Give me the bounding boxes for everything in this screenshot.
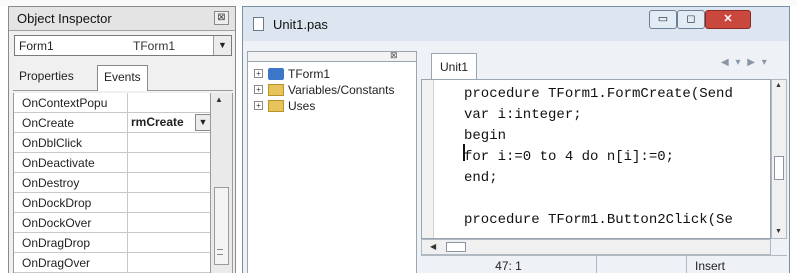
code-line: procedure TForm1.Button2Click(Se <box>464 212 733 228</box>
event-handler-field[interactable] <box>127 153 210 172</box>
navigation-arrows-icon[interactable]: ◀ ▾ ▶ ▾ <box>721 57 769 68</box>
inspector-scrollbar[interactable]: ▲ <box>211 93 233 273</box>
code-explorer-tree: ⊠ + TForm1 + Variables/Constants + Uses <box>247 50 417 273</box>
code-horizontal-scrollbar[interactable]: ◀ <box>421 239 771 255</box>
editor-titlebar: Unit1.pas ▭ ◻ ✕ <box>243 7 789 41</box>
event-row[interactable]: OnDeactivate <box>14 153 210 173</box>
event-row[interactable]: OnDockOver <box>14 213 210 233</box>
minimize-button[interactable]: ▭ <box>649 10 677 29</box>
scroll-down-icon[interactable]: ▼ <box>775 228 782 235</box>
event-name: OnDockOver <box>22 216 92 230</box>
code-line: var i:integer; <box>464 107 582 123</box>
event-handler-value: rmCreate <box>131 115 184 129</box>
editor-gutter <box>422 80 434 238</box>
scrollbar-thumb[interactable] <box>446 242 466 252</box>
events-grid: OnContextPopu OnCreate rmCreate ▼ OnDblClick… <box>13 93 211 273</box>
editor-title: Unit1.pas <box>273 17 328 32</box>
object-inspector-panel: Object Inspector ⊠ Form1 TForm1 ▼ Proper… <box>8 6 236 273</box>
component-selector[interactable]: Form1 TForm1 ▼ <box>14 35 232 56</box>
pin-icon[interactable]: ⊠ <box>390 50 398 61</box>
scroll-up-icon[interactable]: ▲ <box>775 82 782 89</box>
tab-unit1[interactable]: Unit1 <box>431 53 478 79</box>
close-icon[interactable]: ⊠ <box>214 11 229 25</box>
event-row[interactable]: OnDragDrop <box>14 233 210 253</box>
event-name: OnCreate <box>22 116 75 130</box>
event-row[interactable]: OnDragOver <box>14 253 210 273</box>
editor-statusbar: 47: 1 Insert <box>421 255 787 273</box>
event-name: OnDestroy <box>22 176 80 190</box>
event-handler-field[interactable] <box>127 173 210 192</box>
code-area[interactable]: procedure TForm1.FormCreate(Send var i:in… <box>421 79 771 239</box>
modified-indicator <box>597 256 687 273</box>
folder-icon <box>268 84 284 96</box>
component-type: TForm1 <box>133 39 175 53</box>
event-handler-field[interactable] <box>127 133 210 152</box>
tree-header: ⊠ <box>248 50 416 62</box>
event-handler-field[interactable] <box>127 93 210 112</box>
tab-properties[interactable]: Properties <box>19 69 74 83</box>
event-row[interactable]: OnCreate rmCreate ▼ <box>14 113 210 133</box>
event-row[interactable]: OnContextPopu <box>14 93 210 113</box>
event-handler-field[interactable] <box>127 213 210 232</box>
insert-mode: Insert <box>695 259 726 273</box>
code-line: end; <box>464 170 498 186</box>
code-line: procedure TForm1.FormCreate(Send <box>464 86 733 102</box>
tree-item-label: Uses <box>288 99 316 113</box>
event-name: OnContextPopu <box>22 96 108 110</box>
folder-icon <box>268 100 284 112</box>
code-line: for i:=0 to 4 do n[i]:=0; <box>464 149 675 165</box>
code-line: begin <box>464 128 507 144</box>
event-row[interactable]: OnDblClick <box>14 133 210 153</box>
scroll-left-icon[interactable]: ◀ <box>430 242 436 251</box>
object-inspector-titlebar: Object Inspector ⊠ <box>9 7 235 31</box>
scroll-up-icon[interactable]: ▲ <box>215 95 223 104</box>
file-icon <box>253 17 264 31</box>
event-handler-field[interactable] <box>127 233 210 252</box>
expand-icon[interactable]: + <box>254 101 263 110</box>
tree-item-label: TForm1 <box>288 67 330 81</box>
event-handler-field[interactable] <box>127 253 210 272</box>
event-name: OnDeactivate <box>22 156 95 170</box>
maximize-button[interactable]: ◻ <box>677 10 705 29</box>
chevron-down-icon[interactable]: ▼ <box>213 36 231 55</box>
close-button[interactable]: ✕ <box>705 10 751 29</box>
cursor-position: 47: 1 <box>421 256 597 273</box>
editor-tabbar: Unit1 ◀ ▾ ▶ ▾ <box>421 51 787 79</box>
code-vertical-scrollbar[interactable]: ▲ ▼ <box>771 79 787 239</box>
event-row[interactable]: OnDockDrop <box>14 193 210 213</box>
event-row[interactable]: OnDestroy <box>14 173 210 193</box>
event-handler-field[interactable]: rmCreate ▼ <box>127 113 210 132</box>
event-handler-field[interactable] <box>127 193 210 212</box>
event-name: OnDragOver <box>22 256 91 270</box>
expand-icon[interactable]: + <box>254 85 263 94</box>
inspector-tabs: Properties Events <box>13 63 233 91</box>
event-name: OnDragDrop <box>22 236 91 250</box>
grip-icon <box>217 249 223 255</box>
tab-events[interactable]: Events <box>97 65 148 91</box>
scrollbar-thumb[interactable] <box>774 156 784 180</box>
class-icon <box>268 68 284 80</box>
tree-item-label: Variables/Constants <box>288 83 395 97</box>
expand-icon[interactable]: + <box>254 69 263 78</box>
chevron-down-icon[interactable]: ▼ <box>195 114 210 131</box>
event-name: OnDblClick <box>22 136 83 150</box>
event-name: OnDockDrop <box>22 196 92 210</box>
object-inspector-title: Object Inspector <box>17 11 112 26</box>
code-editor-window: Unit1.pas ▭ ◻ ✕ ⊠ + TForm1 + Variables/C… <box>242 6 790 273</box>
component-name: Form1 <box>19 39 54 53</box>
